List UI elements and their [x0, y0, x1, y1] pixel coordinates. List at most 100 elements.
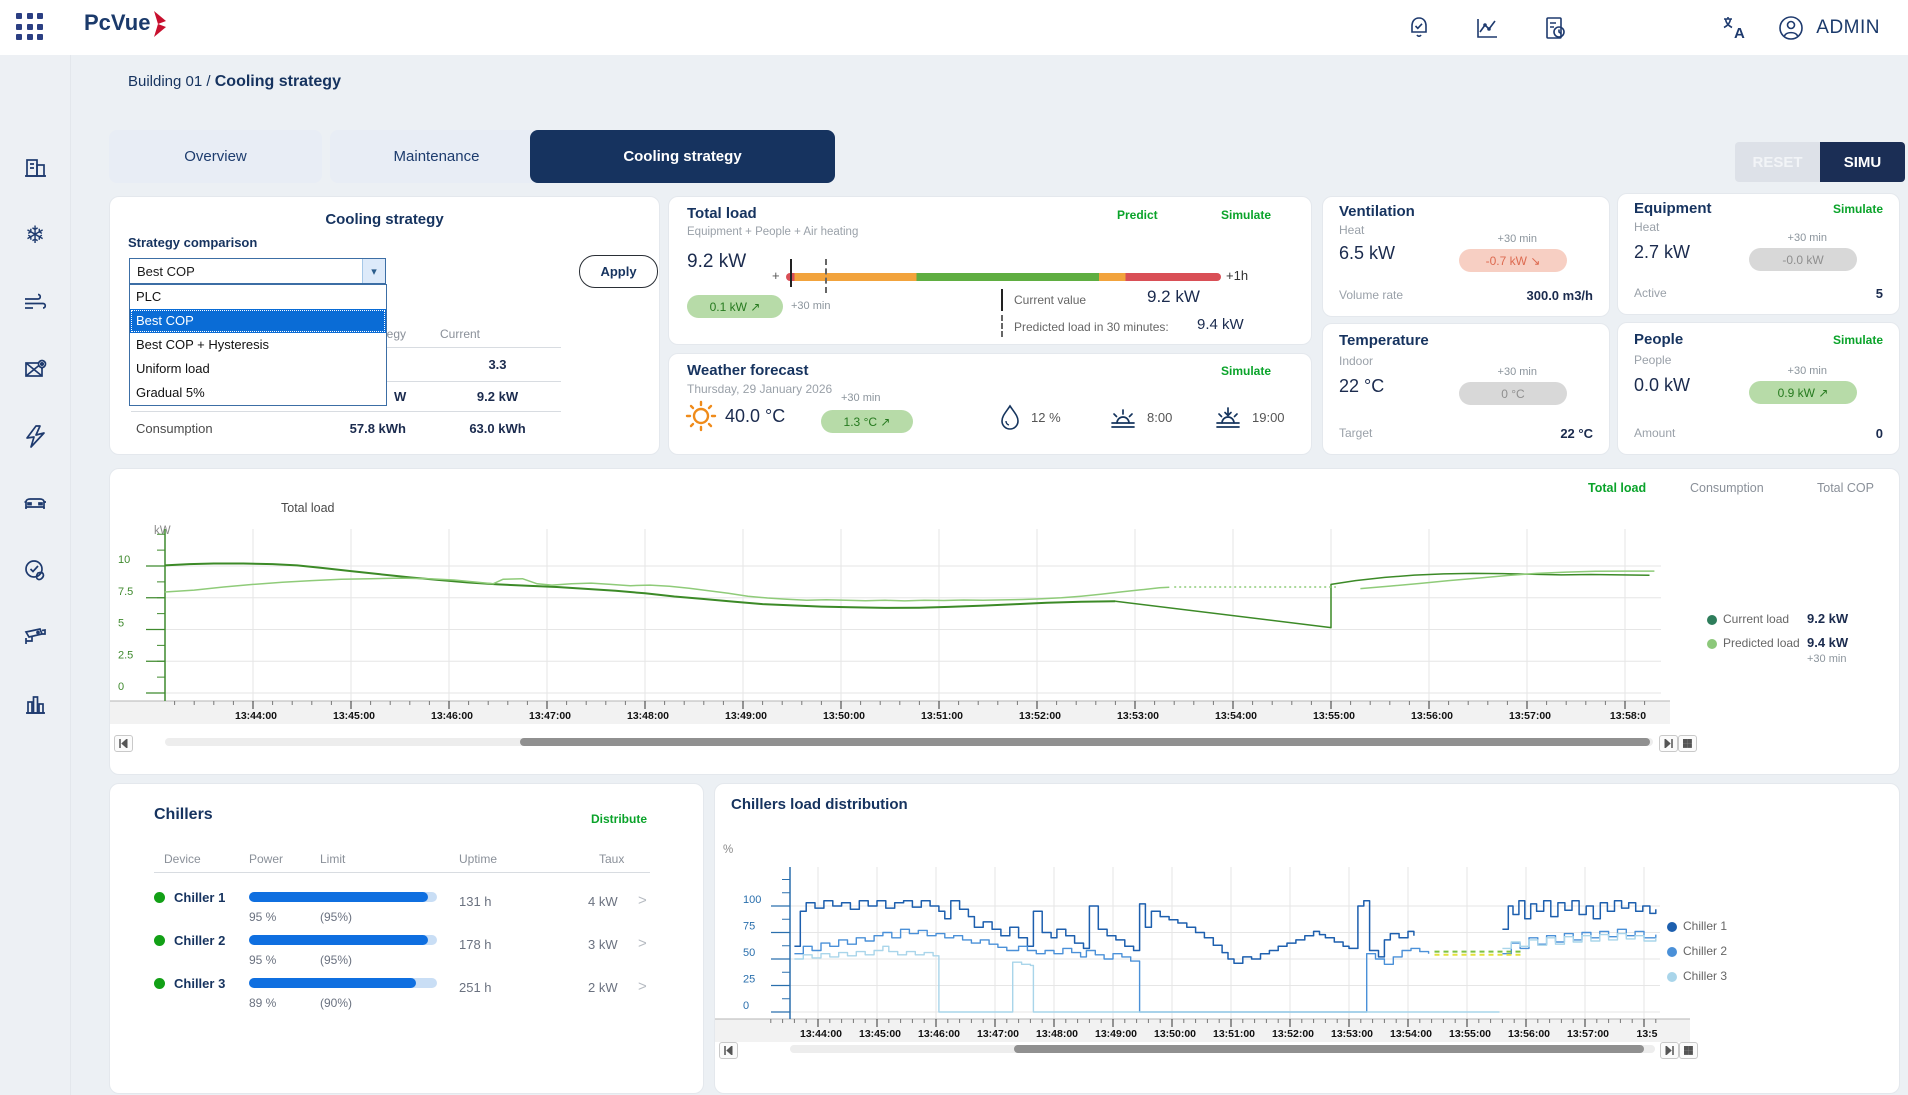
- dropdown-option[interactable]: Best COP + Hysteresis: [130, 333, 386, 357]
- sidebar-item-ventilation-icon[interactable]: [22, 289, 49, 316]
- current-value: 9.2 kW: [1147, 287, 1200, 306]
- chiller-name: Chiller 2: [174, 933, 226, 948]
- simulate-link[interactable]: Simulate: [1221, 364, 1271, 378]
- tab-overview[interactable]: Overview: [109, 130, 322, 183]
- delta-value: -0.7 kW: [1485, 253, 1527, 268]
- trend-up-icon: ↗: [750, 299, 761, 314]
- simulate-link[interactable]: Simulate: [1833, 333, 1883, 347]
- sub-label: People: [1634, 353, 1672, 367]
- footer-value: 5: [1875, 286, 1883, 301]
- dropdown-option[interactable]: Gradual 5%: [130, 381, 386, 405]
- legend-dot-current: [1707, 615, 1717, 625]
- total-load-value: 9.2 kW: [687, 251, 747, 272]
- svg-text:2.5: 2.5: [118, 649, 133, 661]
- user-name[interactable]: ADMIN: [1816, 17, 1880, 39]
- sidebar-item-energy-icon[interactable]: [22, 423, 49, 450]
- delta-note: +30 min: [1497, 233, 1537, 245]
- row-label: Consumption: [136, 421, 213, 436]
- total-load-chart-card: Total load Consumption Total COP Total l…: [109, 468, 1900, 775]
- svg-text:13:49:00: 13:49:00: [725, 710, 767, 722]
- delta-note: +30 min: [1497, 366, 1537, 378]
- breadcrumb-parent[interactable]: Building 01 /: [128, 73, 211, 90]
- predict-link[interactable]: Predict: [1117, 208, 1158, 222]
- svg-text:100: 100: [743, 894, 761, 906]
- sunset-icon: [1216, 407, 1240, 428]
- svg-text:13:46:00: 13:46:00: [431, 710, 473, 722]
- chevron-right-icon[interactable]: >: [638, 935, 647, 952]
- sidebar-item-statistics-icon[interactable]: [22, 691, 49, 718]
- card-title: Cooling strategy: [325, 211, 444, 228]
- user-avatar-icon[interactable]: [1776, 13, 1806, 43]
- tab-cooling-strategy[interactable]: Cooling strategy: [530, 130, 835, 183]
- delta-value: 0.9 kW: [1777, 385, 1815, 400]
- tab-maintenance[interactable]: Maintenance: [330, 130, 543, 183]
- language-translate-icon[interactable]: A: [1720, 13, 1750, 43]
- sidebar-item-eco-icon[interactable]: [22, 557, 49, 584]
- legend-label: Chiller 2: [1683, 944, 1728, 958]
- footer-label: Amount: [1634, 426, 1676, 440]
- delta-pill: -0.0 kW: [1749, 248, 1857, 271]
- table-divider: [131, 411, 561, 412]
- footer-label: Volume rate: [1339, 288, 1404, 302]
- footer-label: Active: [1634, 286, 1667, 300]
- bar-end-label: +1h: [1226, 268, 1249, 283]
- outdoor-temp: 40.0 °C: [725, 406, 786, 426]
- chart-tab-consumption[interactable]: Consumption: [1690, 481, 1764, 495]
- scroll-start-button[interactable]: [719, 1042, 738, 1059]
- simu-button[interactable]: SIMU: [1820, 142, 1905, 182]
- sidebar-nav: ❄: [0, 55, 71, 1095]
- chevron-down-icon[interactable]: ▾: [362, 259, 385, 283]
- legend-dot-chiller3: [1667, 972, 1677, 982]
- svg-text:13:52:00: 13:52:00: [1019, 710, 1061, 722]
- sidebar-item-cctv-icon[interactable]: [22, 624, 49, 651]
- sidebar-item-cooling-icon[interactable]: ❄: [22, 222, 49, 249]
- legend-dot-predicted: [1707, 639, 1717, 649]
- chart-grid-button[interactable]: [1679, 1042, 1698, 1059]
- trends-chart-icon[interactable]: [1472, 13, 1502, 43]
- dropdown-option[interactable]: Uniform load: [130, 357, 386, 381]
- chevron-right-icon[interactable]: >: [638, 892, 647, 909]
- delta-value: -0.0 kW: [1782, 252, 1824, 267]
- scroll-start-button[interactable]: [114, 735, 133, 752]
- footer-label: Target: [1339, 426, 1373, 440]
- chart-tab-total-cop[interactable]: Total COP: [1817, 481, 1874, 495]
- scroll-end-button[interactable]: [1659, 735, 1678, 752]
- sidebar-item-map-icon[interactable]: [22, 356, 49, 383]
- svg-text:75: 75: [743, 921, 755, 933]
- trend-down-icon: ↘: [1530, 253, 1541, 268]
- chart-scrollbar-thumb[interactable]: [520, 738, 1650, 746]
- chiller-name: Chiller 3: [174, 976, 226, 991]
- alarm-bell-icon[interactable]: [1404, 13, 1434, 43]
- svg-text:13:56:00: 13:56:00: [1411, 710, 1453, 722]
- svg-text:13:57:00: 13:57:00: [1509, 710, 1551, 722]
- row-strategy-value: W: [394, 389, 407, 404]
- app-launcher-icon[interactable]: [16, 13, 44, 41]
- chart-grid-button[interactable]: [1678, 735, 1697, 752]
- topbar-icons: A ADMIN: [1366, 0, 1880, 55]
- logs-report-icon[interactable]: [1540, 13, 1570, 43]
- dropdown-option[interactable]: Best COP: [130, 309, 386, 333]
- chart-scrollbar-thumb[interactable]: [1014, 1045, 1644, 1053]
- apply-button[interactable]: Apply: [579, 255, 658, 288]
- scroll-end-button[interactable]: [1660, 1042, 1679, 1059]
- strategy-select[interactable]: Best COP ▾: [129, 258, 386, 284]
- distribute-link[interactable]: Distribute: [591, 812, 647, 826]
- svg-text:10: 10: [118, 554, 130, 566]
- trend-up-icon: ↗: [1818, 385, 1829, 400]
- breadcrumb: Building 01 / Cooling strategy: [128, 73, 341, 91]
- delta-value: 1.3 °C: [843, 414, 878, 429]
- simulate-link[interactable]: Simulate: [1833, 202, 1883, 216]
- sidebar-item-building-icon[interactable]: [22, 155, 49, 182]
- delta-note: +30 min: [791, 300, 831, 312]
- legend-dot-chiller1: [1667, 922, 1677, 932]
- chevron-right-icon[interactable]: >: [638, 978, 647, 995]
- chart-tab-total-load[interactable]: Total load: [1588, 481, 1646, 495]
- heat-value: 6.5 kW: [1339, 243, 1396, 263]
- simulate-link[interactable]: Simulate: [1221, 208, 1271, 222]
- power-pct: 95 %: [249, 953, 277, 967]
- col-uptime: Uptime: [459, 852, 498, 866]
- svg-text:13:54:00: 13:54:00: [1215, 710, 1257, 722]
- dropdown-option[interactable]: PLC: [130, 285, 386, 309]
- sidebar-item-vehicles-icon[interactable]: [22, 490, 49, 517]
- reset-button[interactable]: RESET: [1735, 142, 1820, 182]
